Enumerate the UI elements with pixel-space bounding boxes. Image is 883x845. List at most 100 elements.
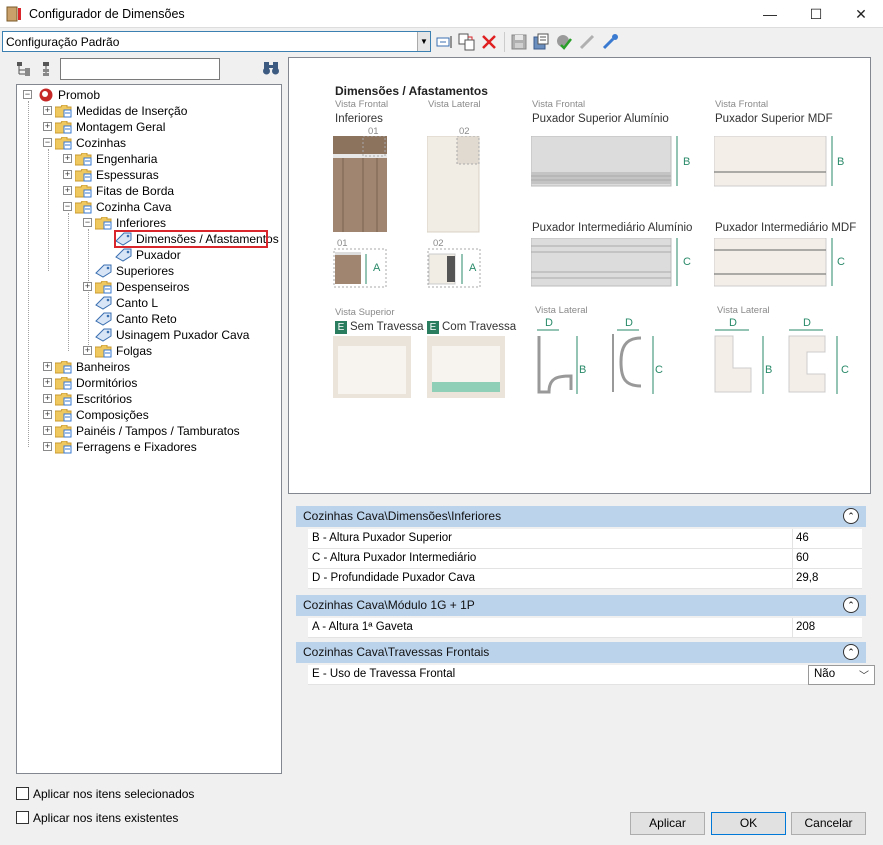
tree-item[interactable]: + Dormitórios	[0, 375, 280, 391]
apply-selected-checkbox[interactable]	[16, 787, 29, 800]
tree-search-input[interactable]	[60, 58, 220, 80]
expand-icon[interactable]: +	[43, 362, 52, 371]
expand-icon[interactable]: +	[63, 154, 72, 163]
maximize-button[interactable]: ☐	[793, 0, 839, 28]
tree-item[interactable]: − Cozinha Cava	[0, 199, 280, 215]
tree-item-label: Fitas de Borda	[96, 184, 175, 198]
delete-icon[interactable]	[480, 33, 498, 51]
configuration-select[interactable]: Configuração Padrão ▼	[2, 31, 431, 52]
tree-item[interactable]: + Composições	[0, 407, 280, 423]
collapse-icon[interactable]: −	[23, 90, 32, 99]
category-label: Cozinhas Cava\Travessas Frontais	[303, 645, 490, 659]
folder-icon	[55, 137, 72, 150]
expand-icon[interactable]: +	[83, 346, 92, 355]
tree-item[interactable]: Canto L	[0, 295, 280, 311]
property-row[interactable]: B - Altura Puxador Superior 46	[308, 529, 862, 549]
apply-existing-checkbox[interactable]	[16, 811, 29, 824]
tree-item-label: Montagem Geral	[76, 120, 166, 134]
tree-item[interactable]: + Espessuras	[0, 167, 280, 183]
tree-item[interactable]: − Inferiores	[0, 215, 280, 231]
collapse-icon[interactable]: ⌃	[843, 508, 859, 524]
label-com-travessa: Com Travessa	[442, 321, 517, 333]
tree-item[interactable]: + Fitas de Borda	[0, 183, 280, 199]
config-tag-icon	[115, 248, 132, 262]
property-row[interactable]: C - Altura Puxador Intermediário 60	[308, 549, 862, 569]
link-edit-icon[interactable]	[601, 33, 619, 51]
property-row[interactable]: A - Altura 1ª Gaveta 208	[308, 618, 862, 638]
config-tag-icon	[95, 328, 112, 342]
expand-icon[interactable]: +	[43, 378, 52, 387]
ok-button[interactable]: OK	[711, 812, 786, 835]
tree-item[interactable]: + Folgas	[0, 343, 280, 359]
tree-item-label: Inferiores	[116, 216, 167, 230]
expand-icon[interactable]: +	[43, 410, 52, 419]
folder-icon	[95, 345, 112, 358]
tree-item[interactable]: − Cozinhas	[0, 135, 280, 151]
chevron-down-icon[interactable]: ▼	[417, 32, 430, 51]
tree-item[interactable]: Superiores	[0, 263, 280, 279]
collapse-icon[interactable]: −	[63, 202, 72, 211]
property-value-c[interactable]: 60	[796, 552, 809, 564]
tree-item[interactable]: + Ferragens e Fixadores	[0, 439, 280, 455]
collapse-icon[interactable]: ⌃	[843, 597, 859, 613]
collapse-icon[interactable]: −	[83, 218, 92, 227]
tree-item[interactable]: Usinagem Puxador Cava	[0, 327, 280, 343]
property-row[interactable]: D - Profundidade Puxador Cava 29,8	[308, 569, 862, 589]
apply-check-icon[interactable]	[555, 33, 573, 51]
tree-item[interactable]: + Despenseiros	[0, 279, 280, 295]
close-button[interactable]: ✕	[838, 0, 883, 28]
expand-icon[interactable]: +	[63, 186, 72, 195]
rename-icon[interactable]	[436, 33, 454, 51]
tree-item[interactable]: + Banheiros	[0, 359, 280, 375]
puxador-sup-mdf-image	[714, 136, 833, 187]
tree-item[interactable]: + Medidas de Inserção	[0, 103, 280, 119]
category-modulo-1g-1p[interactable]: Cozinhas Cava\Módulo 1G + 1P ⌃	[296, 595, 866, 616]
tree-item[interactable]: + Montagem Geral	[0, 119, 280, 135]
tree-item[interactable]: + Escritórios	[0, 391, 280, 407]
property-value-b[interactable]: 46	[796, 532, 809, 544]
tree-item[interactable]: + Engenharia	[0, 151, 280, 167]
tree-item[interactable]: − Promob	[0, 87, 280, 103]
expand-icon[interactable]: +	[43, 426, 52, 435]
save-icon[interactable]	[510, 33, 528, 51]
tree-item[interactable]: + Painéis / Tampos / Tamburatos	[0, 423, 280, 439]
expand-icon[interactable]: +	[43, 442, 52, 451]
tree-item[interactable]: Canto Reto	[0, 311, 280, 327]
dim-label-b-3: B	[579, 364, 587, 376]
property-row[interactable]: E - Uso de Travessa Frontal Não ﹀	[308, 665, 875, 685]
expand-icon[interactable]: +	[43, 106, 52, 115]
cancel-button[interactable]: Cancelar	[791, 812, 866, 835]
dim-label-a-2: A	[469, 262, 477, 274]
property-value-a[interactable]: 208	[796, 621, 815, 633]
tree-item[interactable]: Puxador	[0, 247, 280, 263]
property-name: A - Altura 1ª Gaveta	[312, 621, 413, 633]
binoculars-icon[interactable]	[262, 60, 280, 76]
label-puxador-sup-mdf: Puxador Superior MDF	[715, 113, 833, 125]
expand-icon[interactable]: +	[83, 282, 92, 291]
copy-config-icon[interactable]	[458, 33, 476, 51]
expand-icon[interactable]: +	[63, 170, 72, 179]
collapse-icon[interactable]: ⌃	[843, 644, 859, 660]
category-travessas-frontais[interactable]: Cozinhas Cava\Travessas Frontais ⌃	[296, 642, 866, 663]
title-bar: Configurador de Dimensões — ☐ ✕	[0, 0, 883, 28]
property-value-d[interactable]: 29,8	[796, 572, 818, 584]
expand-icon[interactable]: +	[43, 394, 52, 403]
link-icon[interactable]	[578, 33, 596, 51]
minimize-button[interactable]: —	[747, 0, 793, 28]
tree-collapse-icon[interactable]	[38, 61, 54, 77]
category-dimensoes-inferiores[interactable]: Cozinhas Cava\Dimensões\Inferiores ⌃	[296, 506, 866, 527]
collapse-icon[interactable]: −	[43, 138, 52, 147]
property-name: D - Profundidade Puxador Cava	[312, 572, 476, 584]
tree-item-label: Cozinhas	[76, 136, 127, 150]
dim-label-c-4: C	[841, 364, 849, 376]
badge-e-com-travessa: E	[427, 321, 439, 334]
profile-mdf-b-image	[714, 329, 764, 394]
apply-button[interactable]: Aplicar	[630, 812, 705, 835]
export-icon[interactable]	[532, 33, 550, 51]
label-inferiores: Inferiores	[335, 113, 383, 125]
travessa-frontal-value: Não	[814, 668, 836, 680]
tree-expand-icon[interactable]	[16, 61, 32, 77]
config-tag-icon	[95, 296, 112, 310]
expand-icon[interactable]: +	[43, 122, 52, 131]
travessa-frontal-select[interactable]: Não ﹀	[808, 665, 875, 685]
